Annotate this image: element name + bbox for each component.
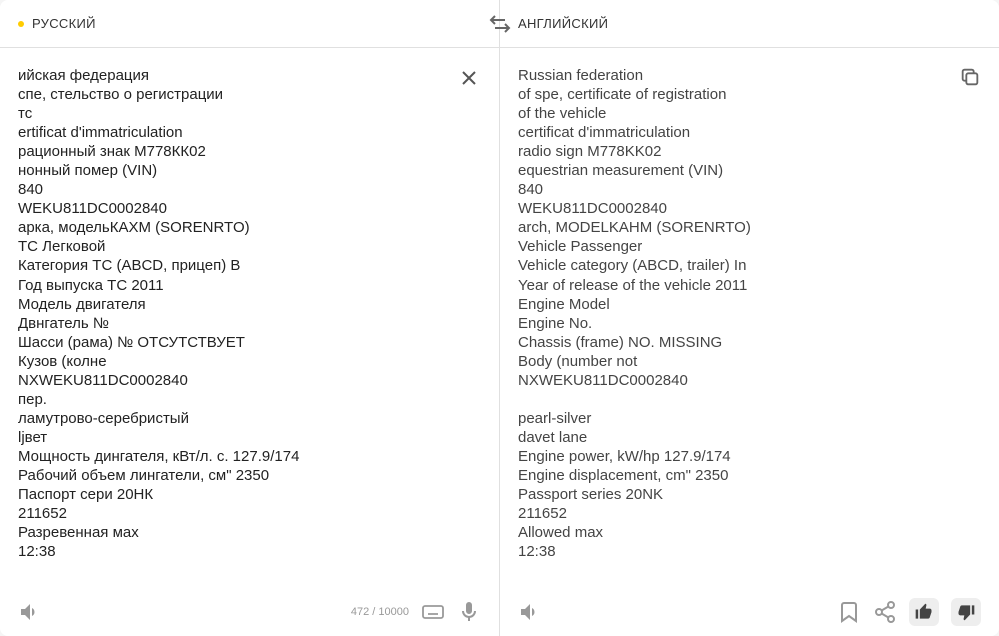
- target-header: АНГЛИЙСКИЙ: [500, 0, 999, 48]
- source-footer: 472 / 10000: [0, 588, 499, 636]
- char-counter: 472 / 10000: [351, 606, 409, 618]
- target-pane: АНГЛИЙСКИЙ Russian federation of spe, ce…: [500, 0, 999, 636]
- source-header: РУССКИЙ: [0, 0, 499, 48]
- speak-target-button[interactable]: [518, 600, 542, 624]
- target-body: Russian federation of spe, certificate o…: [500, 48, 999, 588]
- share-button[interactable]: [873, 600, 897, 624]
- source-body: ийская федерация спе, стельство о регист…: [0, 48, 499, 588]
- target-text: Russian federation of spe, certificate o…: [518, 66, 979, 561]
- bookmark-button[interactable]: [837, 600, 861, 624]
- speak-source-button[interactable]: [18, 600, 42, 624]
- clear-input-button[interactable]: [457, 66, 481, 90]
- thumbs-up-button[interactable]: [909, 598, 939, 626]
- target-footer: [500, 588, 999, 636]
- source-text[interactable]: ийская федерация спе, стельство о регист…: [18, 66, 479, 561]
- copy-translation-button[interactable]: [959, 66, 981, 88]
- thumbs-down-button[interactable]: [951, 598, 981, 626]
- detected-lang-dot: [18, 21, 24, 27]
- translator-container: РУССКИЙ ийская федерация спе, стельство …: [0, 0, 999, 636]
- microphone-button[interactable]: [457, 600, 481, 624]
- keyboard-button[interactable]: [421, 600, 445, 624]
- target-lang-label[interactable]: АНГЛИЙСКИЙ: [518, 16, 608, 31]
- swap-languages-button[interactable]: [488, 12, 512, 36]
- source-pane: РУССКИЙ ийская федерация спе, стельство …: [0, 0, 500, 636]
- source-lang-label[interactable]: РУССКИЙ: [32, 16, 96, 31]
